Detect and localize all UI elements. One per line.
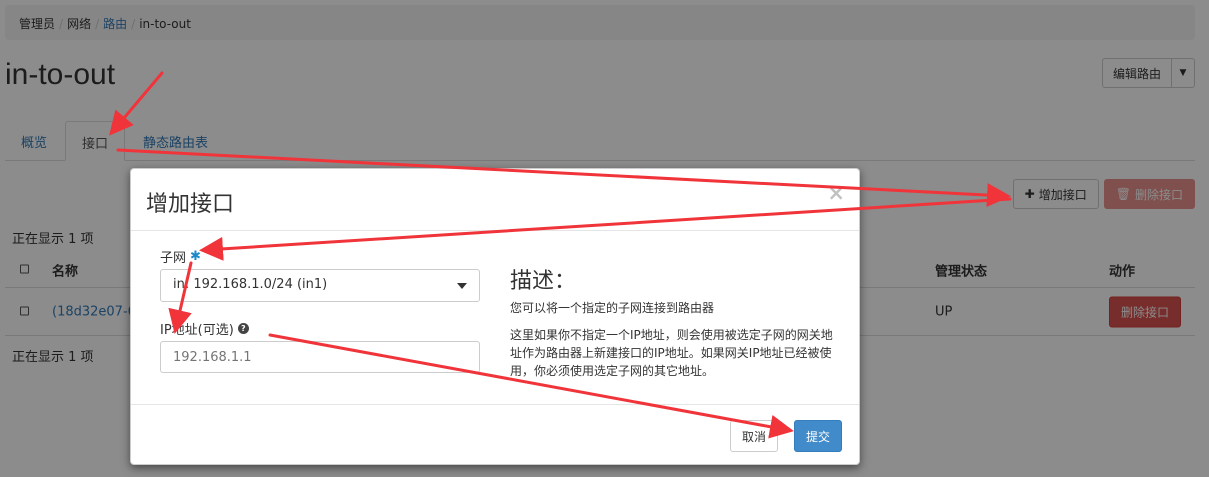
description-text-2: 这里如果你不指定一个IP地址，则会使用被选定子网的网关地址作为路由器上新建接口的… (510, 328, 833, 378)
subnet-label: 子网 ✱ (160, 247, 201, 266)
subnet-select[interactable]: in: 192.168.1.0/24 (in1) (160, 269, 480, 302)
close-icon[interactable]: × (827, 181, 845, 205)
modal-footer: 取消 提交 (131, 404, 859, 466)
ip-address-input[interactable] (160, 341, 480, 373)
modal-title: 增加接口 (146, 192, 235, 217)
question-icon[interactable]: ? (237, 323, 249, 334)
description-title: 描述： (510, 269, 577, 294)
subnet-select-value: in: 192.168.1.0/24 (in1) (173, 277, 328, 292)
caret-down-icon (457, 283, 467, 289)
ip-address-label-text: IP地址(可选) (160, 323, 234, 338)
subnet-label-text: 子网 (160, 251, 187, 266)
cancel-button[interactable]: 取消 (730, 420, 779, 452)
submit-button[interactable]: 提交 (794, 420, 843, 452)
required-icon: ✱ (190, 249, 201, 264)
ip-address-label: IP地址(可选) ? (160, 319, 249, 338)
add-interface-modal: 增加接口 × 子网 ✱ in: 192.168.1.0/24 (in1) IP地… (130, 168, 860, 465)
description-text-1: 您可以将一个指定的子网连接到路由器 (510, 301, 715, 315)
modal-header: 增加接口 × (131, 169, 859, 231)
